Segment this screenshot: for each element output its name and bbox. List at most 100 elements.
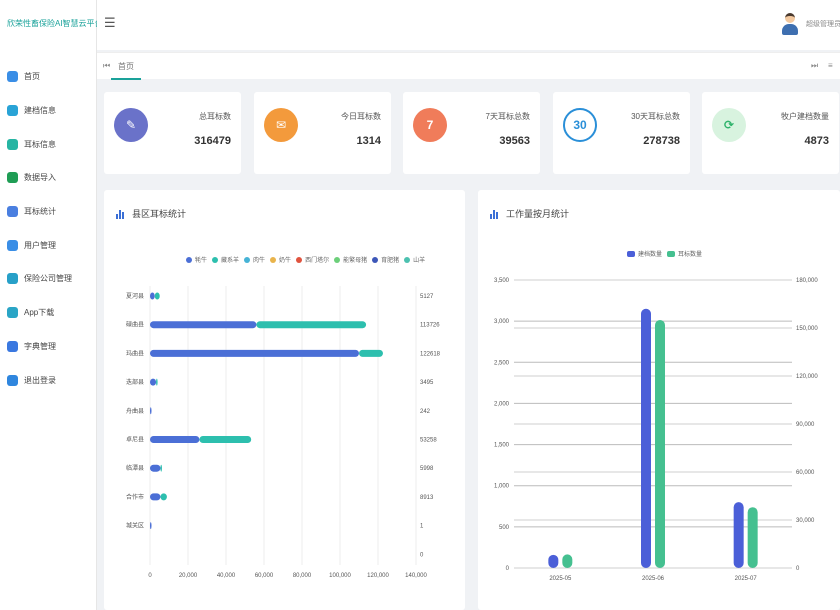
bar <box>655 320 665 568</box>
data-label: 122618 <box>420 351 441 357</box>
y-tick-label: 临潭县 <box>126 464 144 472</box>
x-tick-label: 60,000 <box>255 573 274 579</box>
bar <box>150 378 157 386</box>
x-tick-label: 0 <box>148 573 152 579</box>
sidebar-item[interactable]: App下载 <box>0 296 96 330</box>
y-tick-label: 玛曲县 <box>126 349 144 357</box>
tag-icon <box>7 138 18 150</box>
y-right-tick-label: 120,000 <box>796 374 818 380</box>
stat-icon: ⟳ <box>712 108 746 142</box>
excel-icon <box>7 172 18 184</box>
stat-label: 总耳标数 <box>199 112 231 121</box>
sidebar-item[interactable]: 保险公司管理 <box>0 262 96 296</box>
data-label: 3495 <box>420 380 434 386</box>
bar <box>733 502 744 568</box>
bar <box>150 522 152 530</box>
y-tick-label: 夏河县 <box>126 292 144 300</box>
sidebar-item-label: 字典管理 <box>24 341 56 351</box>
stat-label: 30天耳标总数 <box>631 112 680 121</box>
stat-label: 牧户建档数量 <box>781 112 829 121</box>
stat-card: ✎ 总耳标数 316479 <box>104 92 241 174</box>
y-left-tick-label: 2,000 <box>494 401 510 407</box>
sidebar-item-label: 退出登录 <box>24 375 56 385</box>
y-right-tick-label: 150,000 <box>796 326 818 332</box>
app-icon <box>7 307 18 319</box>
x-tick-label: 2025-06 <box>642 576 665 582</box>
stat-card: ✉ 今日耳标数 1314 <box>254 92 391 174</box>
sidebar-item[interactable]: 耳标统计 <box>0 195 96 229</box>
bar <box>359 349 383 357</box>
sidebar-item[interactable]: 首页 <box>0 60 96 94</box>
sidebar-item-label: 保险公司管理 <box>24 274 72 284</box>
bar <box>150 493 161 501</box>
bar <box>747 507 758 568</box>
y-right-tick-label: 0 <box>796 566 800 572</box>
data-label: 53258 <box>420 438 437 444</box>
home-icon <box>7 71 18 83</box>
stat-label: 7天耳标总数 <box>485 112 530 121</box>
brand: 欣荣性畜保险AI智慧云平台 <box>0 0 103 46</box>
menu-toggle-icon[interactable]: ☰ <box>104 15 116 31</box>
y-right-tick-label: 90,000 <box>796 422 815 428</box>
stat-card: 30 30天耳标总数 278738 <box>553 92 690 174</box>
sidebar-item-label: 耳标信息 <box>24 139 56 149</box>
bar <box>562 554 573 568</box>
stat-value: 1314 <box>356 135 381 147</box>
bar <box>150 349 359 357</box>
stat-icon: 7 <box>413 108 447 142</box>
region-chart: 0 20,000 40,000 60,000 80,000 100,000 120,000 1… <box>126 286 441 579</box>
stat-card: 7 7天耳标总数 39563 <box>403 92 540 174</box>
sidebar-item[interactable]: 数据导入 <box>0 161 96 195</box>
tab-home[interactable]: 首页 <box>111 53 141 80</box>
y-left-tick-label: 1,000 <box>494 484 510 490</box>
x-tick-label: 140,000 <box>405 573 427 579</box>
y-tick-label: 碌曲县 <box>126 321 144 329</box>
x-tick-label: 40,000 <box>217 573 236 579</box>
bar-chart-icon <box>7 206 18 218</box>
sidebar-item[interactable]: 退出登录 <box>0 363 96 397</box>
book-icon <box>7 340 18 352</box>
bar <box>150 464 161 472</box>
data-label: 242 <box>420 409 431 415</box>
avatar[interactable] <box>782 13 798 35</box>
bar <box>160 464 162 472</box>
tabs-bar: ⏮ 首页 ⏭ ≡ <box>97 52 840 80</box>
sidebar-item[interactable]: 建档信息 <box>0 94 96 128</box>
logout-icon <box>7 374 18 386</box>
data-label: 0 <box>420 552 424 558</box>
y-tick-label: 城关区 <box>126 522 144 530</box>
stat-icon: ✎ <box>114 108 148 142</box>
tab-scroll-right-icon[interactable]: ⏭ <box>811 61 818 71</box>
sidebar: 欣荣性畜保险AI智慧云平台 首页建档信息耳标信息数据导入 耳标统计用户管理保险公司… <box>0 0 103 610</box>
stat-value: 4873 <box>804 135 829 147</box>
bar <box>548 554 559 568</box>
x-tick-label: 120,000 <box>367 573 389 579</box>
sidebar-item[interactable]: 用户管理 <box>0 228 96 262</box>
tab-more-icon[interactable]: ≡ <box>828 61 833 70</box>
bar <box>160 493 167 501</box>
data-label: 5998 <box>420 466 434 472</box>
y-left-tick-label: 1,500 <box>494 443 510 449</box>
x-tick-label: 2025-05 <box>549 576 572 582</box>
tab-scroll-left-icon[interactable]: ⏮ <box>103 61 110 71</box>
user-name[interactable]: 超级管理员 <box>806 19 840 29</box>
stat-icon: 30 <box>563 108 597 142</box>
stat-value: 278738 <box>643 135 680 147</box>
bar <box>199 436 252 443</box>
sidebar-item-label: 用户管理 <box>24 240 56 250</box>
y-left-tick-label: 2,500 <box>494 360 510 366</box>
data-label: 1 <box>420 524 424 530</box>
bar <box>256 321 367 329</box>
monthly-chart: 0 500 1,000 1,500 2,000 2,500 3,000 3,500 0 30,00… <box>494 278 818 582</box>
bar <box>150 321 257 329</box>
data-label: 113726 <box>420 323 440 329</box>
stat-icon: ✉ <box>264 108 298 142</box>
y-right-tick-label: 180,000 <box>796 278 818 284</box>
monthly-chart-panel: 工作量按月统计 建档数量 耳标数量 0 500 1,000 1,500 2,000 2,50… <box>478 190 840 610</box>
y-left-tick-label: 3,500 <box>494 278 510 284</box>
x-tick-label: 80,000 <box>293 573 312 579</box>
sidebar-item[interactable]: 字典管理 <box>0 330 96 364</box>
sidebar-item[interactable]: 耳标信息 <box>0 127 96 161</box>
bar <box>150 407 152 415</box>
sidebar-item-label: 首页 <box>24 72 40 82</box>
